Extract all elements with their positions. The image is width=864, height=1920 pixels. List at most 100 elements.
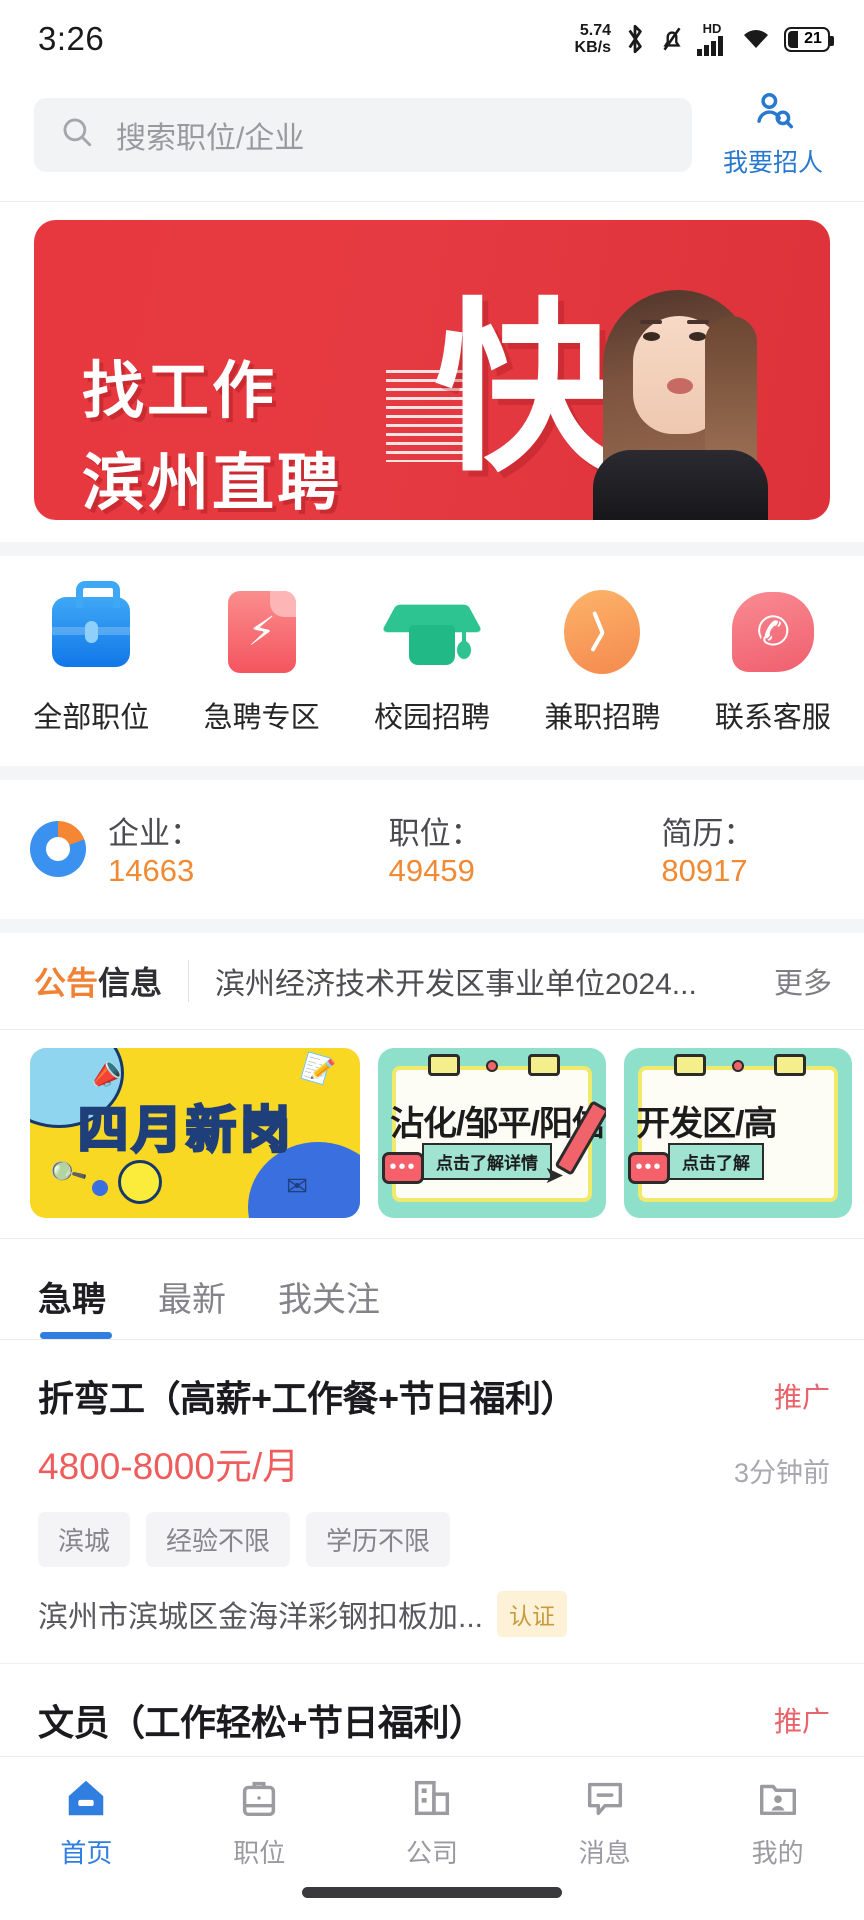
nav-label: 我的 [751, 1838, 804, 1868]
envelope-icon: ✉ [286, 1171, 308, 1201]
stat-value: 80917 [661, 853, 748, 888]
stat-label: 企业： [108, 816, 201, 851]
stat-jobs: 职位：49459 [389, 808, 558, 889]
job-card-salary-row: 4800-8000元/月 3分钟前 [38, 1436, 830, 1490]
banner-text: 找工作 滨州直聘 [82, 340, 342, 520]
network-speed-indicator: 5.74 KB/s [575, 22, 611, 56]
job-card[interactable]: 折弯工（高薪+工作餐+节日福利） 推广 4800-8000元/月 3分钟前 滨城… [0, 1340, 864, 1664]
dot-decoration [118, 1160, 162, 1204]
quick-entry-grid: 全部职位 ⚡ 急聘专区 校园招聘 兼职招聘 ✆ 联系客服 [0, 556, 864, 766]
stat-resumes: 简历：80917 [661, 808, 830, 889]
nav-label: 职位 [233, 1838, 286, 1868]
search-placeholder: 搜索职位/企业 [116, 121, 305, 155]
chat-bubble-icon: ••• [382, 1152, 424, 1184]
stat-label: 简历： [661, 816, 755, 851]
promo-card-new-jobs[interactable]: 📣 📝 🔍 ✉ 四月新岗 [30, 1048, 360, 1218]
announcement-divider [188, 960, 190, 1002]
promo-title: 四月新岗 [77, 1101, 294, 1160]
dot-decoration [486, 1060, 498, 1072]
promo-card-region-1[interactable]: 沾化/邹平/阳信 ••• 点击了解详情 ➤ [378, 1048, 606, 1218]
tab-urgent[interactable]: 急聘 [38, 1272, 112, 1339]
bluetooth-icon [622, 23, 648, 55]
nav-home[interactable]: 首页 [0, 1773, 173, 1870]
promo-cta-button[interactable]: 点击了解 [668, 1143, 764, 1180]
stats-row: 企业：14663 职位：49459 简历：80917 [0, 780, 864, 919]
promoted-badge: 推广 [773, 1382, 830, 1413]
clip-decoration [528, 1054, 560, 1076]
job-title: 折弯工（高薪+工作餐+节日福利） [38, 1378, 577, 1419]
message-icon [582, 1773, 628, 1823]
mute-bell-icon [659, 24, 685, 54]
promo-card-region-2[interactable]: 开发区/高 ••• 点击了解 [624, 1048, 852, 1218]
announcement-text[interactable]: 滨州经济技术开发区事业单位2024... [215, 959, 752, 1003]
promoted-badge: 推广 [773, 1706, 830, 1737]
quick-entry-campus[interactable]: 校园招聘 [347, 590, 517, 736]
nav-jobs[interactable]: 职位 [173, 1773, 346, 1870]
job-tag-list: 滨城 经验不限 学历不限 [38, 1512, 830, 1567]
stat-value: 49459 [388, 853, 475, 888]
clip-decoration [774, 1054, 806, 1076]
stat-value: 14663 [108, 853, 195, 888]
signal-hd-icon: HD [696, 20, 728, 56]
hd-label: HD [702, 20, 722, 36]
announcement-tag: 公告信息 [34, 958, 162, 1004]
section-gap [0, 766, 864, 780]
company-name: 滨州市滨城区金海洋彩钢扣板加... [38, 1601, 484, 1634]
app-screen: 3:26 5.74 KB/s HD 21 搜索职位/企业 我要招人 找工作 滨州… [0, 0, 864, 1920]
quick-entry-parttime[interactable]: 兼职招聘 [517, 590, 687, 736]
announcement-tag-part1: 公告 [34, 965, 99, 1001]
dot-decoration [732, 1060, 744, 1072]
banner-line-1: 找工作 [82, 357, 278, 426]
announcement-more-link[interactable]: 更多 [774, 960, 832, 1002]
search-input[interactable]: 搜索职位/企业 [34, 97, 692, 172]
quick-entry-all-jobs[interactable]: 全部职位 [6, 581, 176, 736]
announcement-bar[interactable]: 公告信息 滨州经济技术开发区事业单位2024... 更多 [0, 933, 864, 1029]
quick-entry-label: 急聘专区 [203, 702, 320, 734]
clock-icon [560, 590, 644, 674]
banner-line-2: 滨州直聘 [82, 449, 343, 518]
profile-icon [755, 1773, 801, 1823]
briefcase-icon [49, 581, 133, 674]
hero-banner-section: 找工作 滨州直聘 快 [0, 202, 864, 542]
promo-title: 开发区/高 [636, 1105, 777, 1143]
nav-messages[interactable]: 消息 [518, 1773, 691, 1870]
phone-chat-icon: ✆ [731, 590, 815, 674]
job-card-header: 折弯工（高薪+工作餐+节日福利） 推广 [38, 1370, 830, 1422]
job-title: 文员（工作轻松+节日福利） [38, 1702, 485, 1743]
battery-icon: 21 [784, 26, 834, 52]
promo-cta-button[interactable]: 点击了解详情 [422, 1143, 552, 1180]
job-company-row[interactable]: 滨州市滨城区金海洋彩钢扣板加... 认证 [38, 1591, 830, 1637]
stat-companies: 企业：14663 [108, 808, 277, 889]
job-tag: 滨城 [38, 1512, 131, 1567]
donut-chart-icon [30, 820, 86, 877]
status-bar: 3:26 5.74 KB/s HD 21 [0, 0, 864, 78]
urgent-doc-icon: ⚡ [220, 590, 304, 674]
dot-decoration [92, 1180, 108, 1196]
home-icon [63, 1773, 109, 1823]
job-tag: 经验不限 [146, 1512, 291, 1567]
section-gap [0, 542, 864, 556]
post-job-button[interactable]: 我要招人 [708, 90, 838, 179]
quick-entry-label: 校园招聘 [374, 702, 491, 734]
network-speed-unit: KB/s [574, 39, 611, 56]
nav-profile[interactable]: 我的 [691, 1773, 864, 1870]
quick-entry-urgent[interactable]: ⚡ 急聘专区 [176, 590, 346, 736]
quick-entry-label: 全部职位 [33, 702, 150, 734]
search-icon [60, 115, 94, 154]
tab-latest[interactable]: 最新 [158, 1272, 226, 1339]
quick-entry-support[interactable]: ✆ 联系客服 [688, 590, 858, 736]
promo-card-carousel[interactable]: 📣 📝 🔍 ✉ 四月新岗 沾化/邹平/阳信 ••• 点击了解详情 ➤ 开发区/高 [0, 1030, 864, 1238]
home-indicator[interactable] [302, 1887, 562, 1898]
battery-fill [788, 30, 798, 48]
banner-person-photo [585, 270, 775, 520]
announcement-tag-part2: 信息 [98, 965, 163, 1001]
section-gap [0, 919, 864, 933]
tab-following[interactable]: 我关注 [278, 1272, 380, 1339]
job-salary: 4800-8000元/月 [38, 1446, 300, 1487]
nav-companies[interactable]: 公司 [346, 1773, 519, 1870]
hero-banner[interactable]: 找工作 滨州直聘 快 [34, 220, 830, 520]
nav-label: 首页 [60, 1838, 113, 1868]
clip-decoration [428, 1054, 460, 1076]
network-speed-value: 5.74 [579, 22, 611, 39]
graduation-cap-icon [381, 590, 483, 674]
